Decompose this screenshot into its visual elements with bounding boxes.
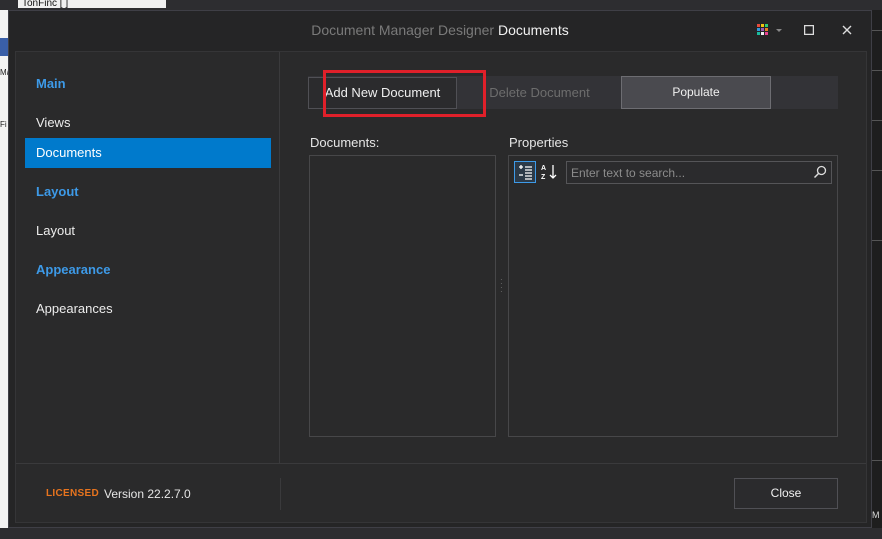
documents-label: Documents: bbox=[310, 135, 380, 150]
maximize-button[interactable] bbox=[799, 20, 819, 40]
ide-tab-label: TonFinc [ ] bbox=[22, 0, 69, 8]
documents-list[interactable] bbox=[309, 155, 496, 437]
splitter-handle[interactable]: · · · · bbox=[500, 276, 504, 298]
designer-content: Main Views Documents Layout Layout Appea… bbox=[15, 51, 867, 523]
footer-divider bbox=[280, 478, 281, 510]
title-designer: Document Manager Designer bbox=[311, 22, 495, 38]
version-text: Version 22.2.7.0 bbox=[104, 487, 191, 501]
properties-label: Properties bbox=[509, 135, 569, 150]
title-section: Documents bbox=[497, 22, 569, 38]
sidebar-item-layout[interactable]: Layout bbox=[25, 216, 271, 246]
maximize-icon bbox=[804, 25, 814, 35]
ide-background-bottom bbox=[0, 528, 882, 539]
svg-text:A: A bbox=[541, 165, 546, 172]
sidebar: Main Views Documents Layout Layout Appea… bbox=[16, 52, 280, 463]
sidebar-item-label: Layout bbox=[36, 223, 76, 238]
ide-right-label: M bbox=[872, 510, 880, 520]
svg-text:Z: Z bbox=[541, 174, 546, 181]
sidebar-item-documents[interactable]: Documents bbox=[25, 138, 271, 168]
ide-right-panel: M bbox=[872, 10, 882, 539]
ide-left-label-2: Fi bbox=[0, 120, 7, 129]
ide-left-panel: Ma Fi bbox=[0, 10, 11, 539]
search-icon[interactable] bbox=[812, 164, 828, 180]
window-title: Document Manager Designer Documents bbox=[9, 11, 871, 49]
categorized-button[interactable] bbox=[514, 161, 536, 183]
palette-icon bbox=[757, 24, 782, 35]
search-input[interactable] bbox=[567, 162, 807, 183]
close-button[interactable]: Close bbox=[734, 478, 838, 509]
licensed-badge: LICENSED bbox=[46, 488, 99, 499]
group-header-main: Main bbox=[36, 76, 66, 91]
close-icon bbox=[842, 25, 852, 35]
document-manager-designer-dialog: Document Manager Designer Documents Main… bbox=[8, 10, 872, 528]
populate-highlight-frame bbox=[323, 70, 486, 117]
sidebar-item-label: Documents bbox=[36, 145, 102, 160]
close-window-button[interactable] bbox=[837, 20, 857, 40]
palette-button[interactable] bbox=[754, 20, 788, 40]
footer-separator bbox=[16, 463, 866, 464]
sort-az-icon: A Z bbox=[541, 165, 557, 181]
sidebar-item-label: Views bbox=[36, 115, 71, 130]
populate-button[interactable]: Populate bbox=[621, 76, 771, 109]
properties-search[interactable] bbox=[566, 161, 832, 184]
ide-left-highlight bbox=[0, 38, 8, 56]
sidebar-item-appearances[interactable]: Appearances bbox=[25, 294, 271, 324]
title-bar[interactable]: Document Manager Designer Documents bbox=[9, 11, 871, 49]
categorized-icon bbox=[519, 165, 532, 180]
delete-document-button[interactable]: Delete Document bbox=[465, 77, 614, 109]
ide-tab[interactable]: TonFinc [ ] bbox=[18, 0, 166, 8]
sidebar-item-views[interactable]: Views bbox=[25, 108, 271, 138]
alphabetical-button[interactable]: A Z bbox=[538, 161, 560, 183]
properties-grid[interactable] bbox=[508, 155, 838, 437]
sidebar-item-label: Appearances bbox=[36, 301, 113, 316]
group-header-layout: Layout bbox=[36, 184, 79, 199]
group-header-appearance: Appearance bbox=[36, 262, 111, 277]
